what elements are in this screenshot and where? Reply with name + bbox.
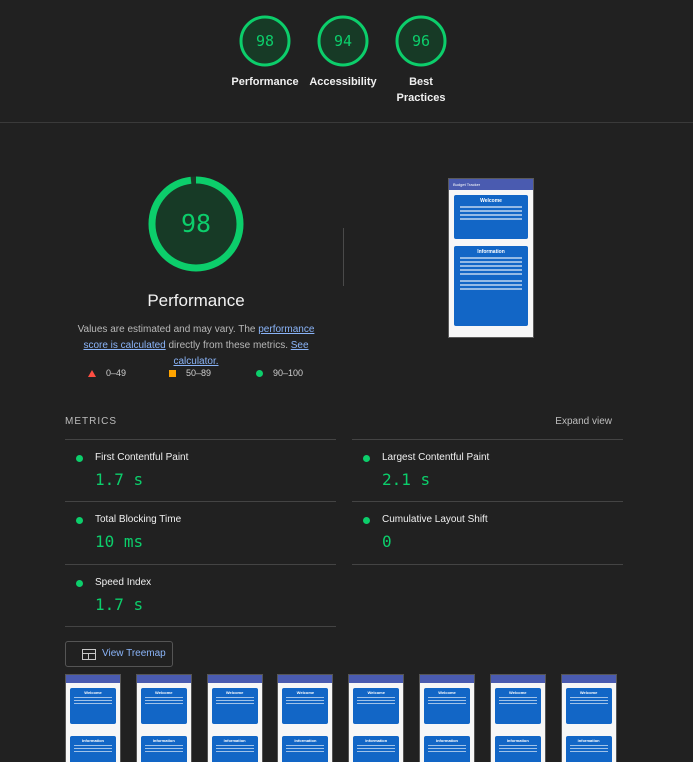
final-screenshot[interactable]: Budget Tracker Welcome Information — [448, 178, 534, 338]
final-screenshot-app-name: Budget Tracker — [453, 182, 481, 187]
treemap-icon — [82, 649, 96, 660]
metric-value: 10 ms — [95, 532, 144, 551]
gauge-accessibility[interactable]: 94 Accessibility — [303, 14, 383, 90]
metric-value: 1.7 s — [95, 470, 144, 489]
desc-prefix: Values are estimated and may vary. The — [77, 324, 259, 335]
expand-view-toggle[interactable]: Expand view — [555, 416, 612, 427]
filmstrip-frame: Welcome Information — [348, 674, 405, 762]
gauge-best-practices-label: Best Practices — [396, 76, 446, 104]
frame-card-title: Information — [365, 738, 388, 743]
metric-name: Largest Contentful Paint — [382, 452, 490, 463]
gauge-accessibility-ring: 94 — [317, 15, 369, 67]
metric-name: First Contentful Paint — [95, 452, 189, 463]
frame-card-title: Information — [577, 738, 600, 743]
performance-score: 98 — [181, 209, 211, 238]
circle-icon — [256, 370, 263, 377]
desc-mid: directly from these metrics. — [165, 340, 291, 351]
gauge-best-practices[interactable]: 96 Best Practices — [381, 14, 461, 106]
gauge-accessibility-score: 94 — [334, 32, 352, 50]
final-screenshot-welcome-card: Welcome — [454, 195, 528, 239]
legend-fail: 0–49 — [88, 368, 126, 378]
performance-gauge: 98 — [148, 176, 244, 272]
legend-pass-label: 90–100 — [273, 368, 304, 378]
performance-description: Values are estimated and may vary. The p… — [65, 322, 327, 370]
divider — [343, 228, 344, 286]
gauge-performance[interactable]: 98 Performance — [225, 14, 305, 90]
filmstrip: Welcome Information Welcome Information Welc… — [65, 674, 625, 762]
filmstrip-frame: Welcome Information — [206, 674, 263, 762]
information-card-title: Information — [477, 249, 505, 255]
metrics-bottom-divider — [65, 626, 336, 627]
frame-card-title: Welcome — [579, 690, 598, 695]
pass-dot-icon — [363, 455, 370, 462]
category-summary: 98 Performance 94 Accessibility 96 Best … — [0, 0, 693, 123]
view-treemap-button[interactable]: View Treemap — [65, 641, 173, 667]
metrics-header: METRICS — [65, 416, 117, 427]
frame-card-title: Information — [294, 738, 317, 743]
metric-cumulative-layout-shift: Cumulative Layout Shift 0 — [352, 501, 623, 564]
filmstrip-frame: Welcome Information — [65, 674, 121, 762]
metric-value: 2.1 s — [382, 470, 431, 489]
frame-card-title: Information — [506, 738, 529, 743]
gauge-performance-score: 98 — [256, 32, 274, 50]
square-icon — [169, 370, 176, 377]
legend-pass: 90–100 — [256, 368, 303, 378]
pass-dot-icon — [363, 517, 370, 524]
legend-average: 50–89 — [169, 368, 211, 378]
gauge-best-practices-score: 96 — [412, 32, 430, 50]
filmstrip-frame: Welcome Information — [135, 674, 192, 762]
metric-name: Total Blocking Time — [95, 514, 182, 525]
metric-first-contentful-paint: First Contentful Paint 1.7 s — [65, 439, 336, 502]
metric-name: Speed Index — [95, 577, 152, 588]
metric-speed-index: Speed Index 1.7 s — [65, 564, 336, 627]
welcome-card-title: Welcome — [480, 198, 502, 204]
filmstrip-frame: Welcome Information — [277, 674, 334, 762]
metric-name: Cumulative Layout Shift — [382, 514, 488, 525]
frame-card-title: Information — [82, 738, 104, 743]
view-treemap-label: View Treemap — [102, 648, 166, 659]
gauge-performance-label: Performance — [231, 76, 299, 88]
frame-card-title: Welcome — [155, 690, 173, 695]
frame-card-title: Information — [152, 738, 175, 743]
pass-dot-icon — [76, 517, 83, 524]
filmstrip-frame: Welcome Information — [489, 674, 546, 762]
frame-card-title: Welcome — [84, 690, 102, 695]
metric-largest-contentful-paint: Largest Contentful Paint 2.1 s — [352, 439, 623, 502]
gauge-performance-ring: 98 — [239, 15, 291, 67]
filmstrip-frame: Welcome Information — [419, 674, 475, 762]
final-screenshot-information-card: Information — [454, 246, 528, 326]
performance-title: Performance — [147, 291, 245, 310]
metric-value: 1.7 s — [95, 595, 144, 614]
gauge-best-practices-ring: 96 — [395, 15, 447, 67]
frame-card-title: Information — [223, 738, 246, 743]
frame-card-title: Welcome — [296, 690, 315, 695]
gauge-accessibility-label: Accessibility — [309, 76, 377, 88]
metric-total-blocking-time: Total Blocking Time 10 ms — [65, 501, 336, 564]
pass-dot-icon — [76, 580, 83, 587]
filmstrip-frame: Welcome Information — [560, 674, 617, 762]
frame-card-title: Welcome — [225, 690, 244, 695]
metrics-divider — [352, 564, 623, 565]
frame-card-title: Information — [436, 738, 458, 743]
frame-card-title: Welcome — [367, 690, 385, 695]
legend-fail-label: 0–49 — [106, 368, 127, 378]
triangle-icon — [88, 370, 96, 377]
frame-card-title: Welcome — [438, 690, 456, 695]
metric-value: 0 — [382, 532, 392, 551]
frame-card-title: Welcome — [509, 690, 527, 695]
pass-dot-icon — [76, 455, 83, 462]
final-screenshot-navbar: Budget Tracker — [449, 179, 533, 190]
legend-average-label: 50–89 — [186, 368, 212, 378]
